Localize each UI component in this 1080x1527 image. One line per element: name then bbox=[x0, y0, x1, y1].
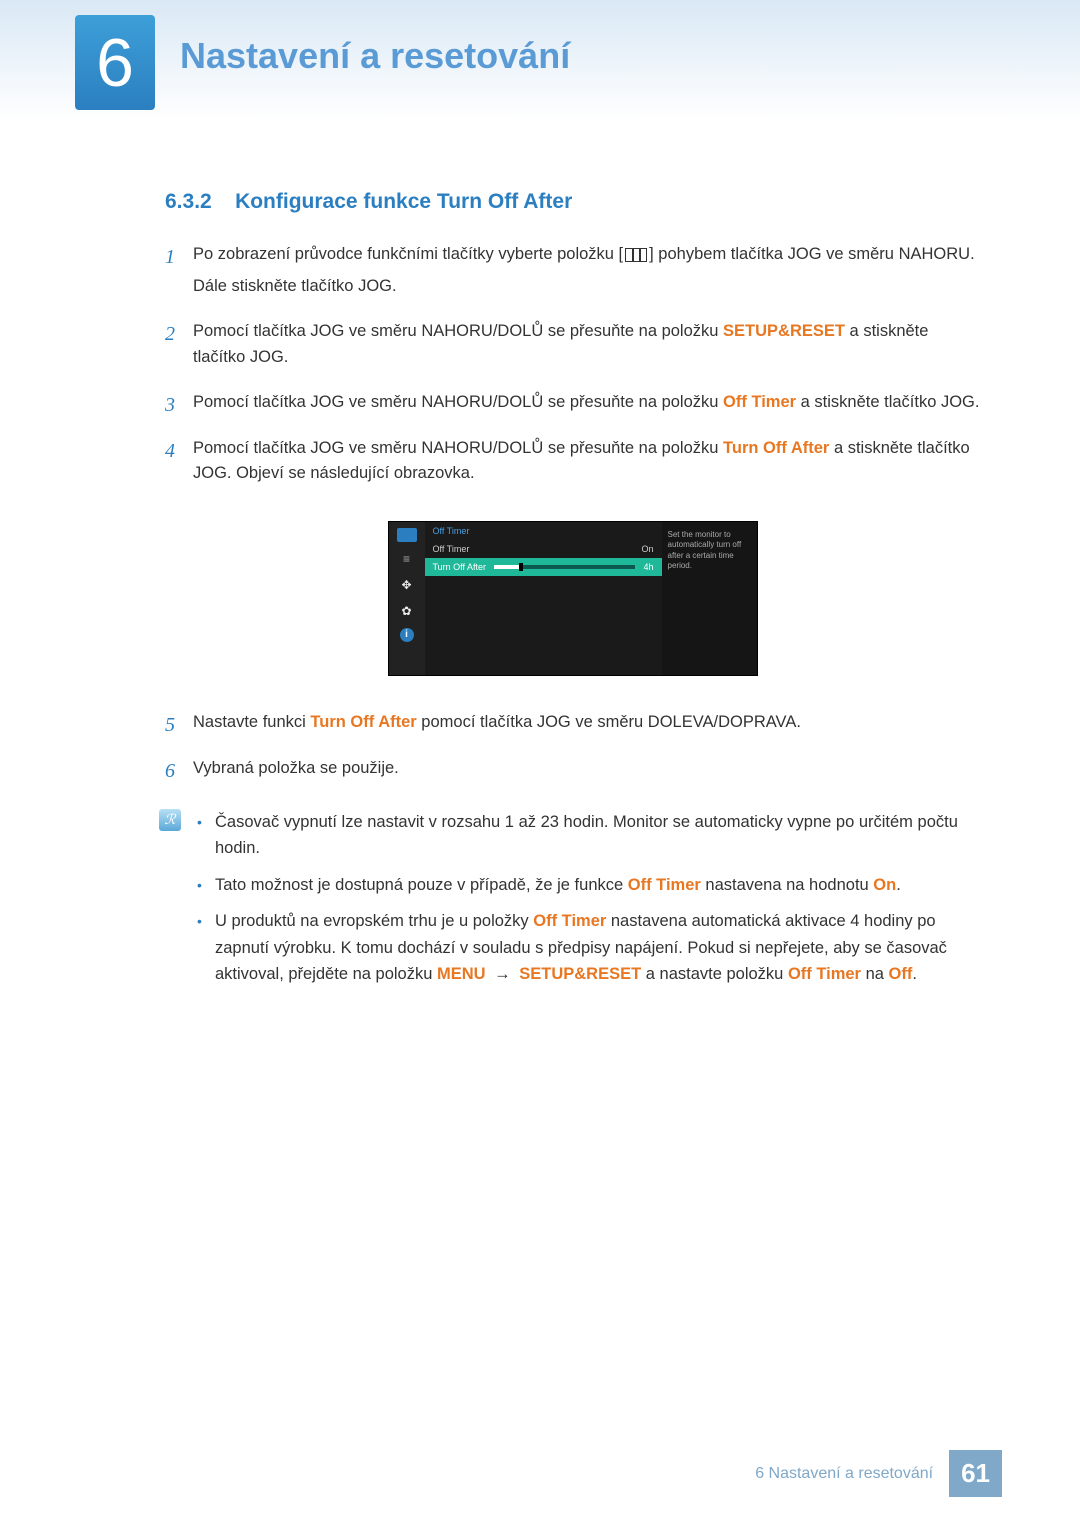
step-number: 4 bbox=[165, 436, 193, 493]
gear-icon: ✿ bbox=[396, 602, 418, 620]
osd-row-label: Off Timer bbox=[433, 544, 470, 554]
osd-screenshot: ≡ ✥ ✿ i Off Timer Off Timer On Turn Off … bbox=[165, 521, 980, 676]
note-item: U produktů na evropském trhu je u položk… bbox=[193, 908, 980, 987]
step-list: 1 Po zobrazení průvodce funkčními tlačít… bbox=[165, 242, 980, 493]
step-text: a stiskněte tlačítko JOG. bbox=[796, 393, 979, 411]
step-4: 4 Pomocí tlačítka JOG ve směru NAHORU/DO… bbox=[165, 436, 980, 493]
highlight: Turn Off After bbox=[310, 713, 416, 731]
note-item: Tato možnost je dostupná pouze v případě… bbox=[193, 872, 980, 898]
info-icon: i bbox=[400, 628, 414, 642]
step-number: 1 bbox=[165, 242, 193, 305]
step-text: Pomocí tlačítka JOG ve směru NAHORU/DOLŮ… bbox=[193, 439, 723, 457]
osd-row-label: Turn Off After bbox=[433, 562, 487, 572]
note-text: . bbox=[912, 965, 917, 983]
note-text: Časovač vypnutí lze nastavit v rozsahu 1… bbox=[215, 813, 958, 857]
osd-slider bbox=[494, 565, 635, 569]
arrow-icon: → bbox=[490, 965, 516, 983]
note-text: nastavena na hodnotu bbox=[701, 876, 873, 894]
step-text: pomocí tlačítka JOG ve směru DOLEVA/DOPR… bbox=[417, 713, 801, 731]
step-number: 6 bbox=[165, 756, 193, 788]
note-block: ℛ Časovač vypnutí lze nastavit v rozsahu… bbox=[159, 809, 980, 997]
step-number: 5 bbox=[165, 710, 193, 742]
section-title: Konfigurace funkce Turn Off After bbox=[235, 190, 572, 213]
step-text: Pomocí tlačítka JOG ve směru NAHORU/DOLŮ… bbox=[193, 322, 723, 340]
osd-row-value: On bbox=[641, 544, 653, 554]
osd-main: Off Timer Off Timer On Turn Off After 4h bbox=[425, 522, 662, 675]
step-text: Dále stiskněte tlačítko JOG. bbox=[193, 274, 980, 300]
highlight: Off Timer bbox=[533, 912, 606, 930]
highlight: SETUP&RESET bbox=[519, 965, 641, 983]
note-text: . bbox=[896, 876, 901, 894]
highlight: On bbox=[873, 876, 896, 894]
step-text: Vybraná položka se použije. bbox=[193, 756, 980, 782]
note-text: a nastavte položku bbox=[641, 965, 788, 983]
step-5: 5 Nastavte funkci Turn Off After pomocí … bbox=[165, 710, 980, 742]
step-6: 6 Vybraná položka se použije. bbox=[165, 756, 980, 788]
highlight: MENU bbox=[437, 965, 486, 983]
step-text: ] pohybem tlačítka JOG ve směru NAHORU. bbox=[649, 245, 975, 263]
highlight: Off Timer bbox=[628, 876, 701, 894]
step-text: Nastavte funkci bbox=[193, 713, 310, 731]
chapter-header: 6 Nastavení a resetování bbox=[0, 0, 1080, 120]
highlight: Off Timer bbox=[723, 393, 796, 411]
monitor-icon bbox=[397, 528, 417, 542]
section-number: 6.3.2 bbox=[165, 190, 212, 213]
highlight: Off bbox=[889, 965, 913, 983]
chapter-number-badge: 6 bbox=[75, 15, 155, 110]
osd-row-value: 4h bbox=[643, 562, 653, 572]
arrows-icon: ✥ bbox=[396, 576, 418, 594]
highlight: SETUP&RESET bbox=[723, 322, 845, 340]
step-list-cont: 5 Nastavte funkci Turn Off After pomocí … bbox=[165, 710, 980, 787]
footer-page-number: 61 bbox=[949, 1450, 1002, 1497]
footer-chapter: 6 Nastavení a resetování bbox=[755, 1465, 933, 1483]
step-text: Pomocí tlačítka JOG ve směru NAHORU/DOLŮ… bbox=[193, 393, 723, 411]
step-number: 2 bbox=[165, 319, 193, 376]
note-text: Tato možnost je dostupná pouze v případě… bbox=[215, 876, 628, 894]
list-icon: ≡ bbox=[396, 550, 418, 568]
note-text: U produktů na evropském trhu je u položk… bbox=[215, 912, 533, 930]
page-footer: 6 Nastavení a resetování 61 bbox=[755, 1450, 1002, 1497]
section-heading: 6.3.2 Konfigurace funkce Turn Off After bbox=[165, 190, 980, 214]
menu-icon bbox=[625, 248, 647, 262]
step-2: 2 Pomocí tlačítka JOG ve směru NAHORU/DO… bbox=[165, 319, 980, 376]
step-text: Po zobrazení průvodce funkčními tlačítky… bbox=[193, 245, 623, 263]
osd-sidebar: ≡ ✥ ✿ i bbox=[389, 522, 425, 675]
note-item: Časovač vypnutí lze nastavit v rozsahu 1… bbox=[193, 809, 980, 862]
step-1: 1 Po zobrazení průvodce funkčními tlačít… bbox=[165, 242, 980, 305]
chapter-title: Nastavení a resetování bbox=[180, 35, 570, 77]
osd-help: Set the monitor to automatically turn of… bbox=[662, 522, 757, 675]
osd-title: Off Timer bbox=[433, 526, 470, 536]
note-icon: ℛ bbox=[159, 809, 181, 831]
step-3: 3 Pomocí tlačítka JOG ve směru NAHORU/DO… bbox=[165, 390, 980, 422]
highlight: Turn Off After bbox=[723, 439, 829, 457]
note-text: na bbox=[861, 965, 889, 983]
highlight: Off Timer bbox=[788, 965, 861, 983]
chapter-number: 6 bbox=[96, 24, 134, 102]
step-number: 3 bbox=[165, 390, 193, 422]
